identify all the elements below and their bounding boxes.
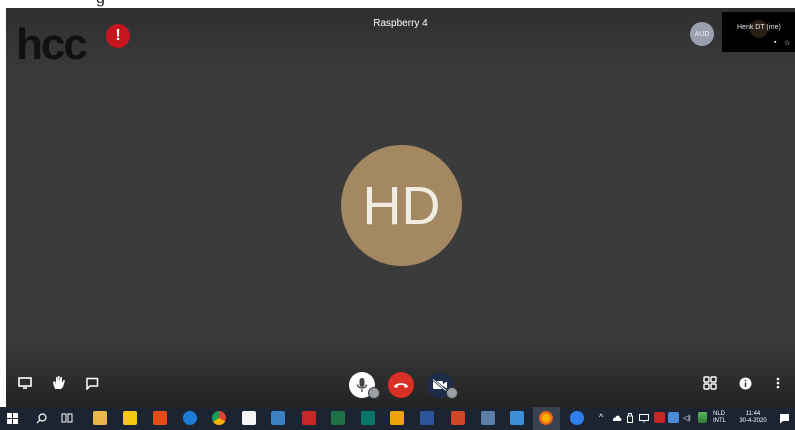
present-screen-icon[interactable] xyxy=(16,374,34,392)
network-icon[interactable] xyxy=(638,412,649,424)
usb-icon[interactable] xyxy=(625,412,635,424)
volume-icon[interactable]: ◁) xyxy=(683,415,691,422)
tray-app2-icon[interactable] xyxy=(668,412,679,423)
search-icon[interactable] xyxy=(34,411,48,425)
edge-icon[interactable] xyxy=(183,411,197,425)
self-view-name: Henk DT (me) xyxy=(737,24,781,31)
self-view-tile[interactable]: Henk DT (me) ▪ ☆ xyxy=(722,12,795,52)
windows-start-icon[interactable] xyxy=(5,411,19,425)
pdf-icon[interactable] xyxy=(302,411,316,425)
hang-up-icon xyxy=(394,383,408,388)
more-options-icon[interactable] xyxy=(769,374,787,392)
browser-icon[interactable] xyxy=(570,411,584,425)
meeting-title: Raspberry 4 xyxy=(373,18,428,29)
grid-layout-icon[interactable] xyxy=(701,374,719,392)
microphone-options-icon[interactable] xyxy=(368,387,380,399)
chat-icon[interactable] xyxy=(83,374,101,392)
tray-app-icon[interactable] xyxy=(654,412,665,423)
firefox-icon[interactable] xyxy=(539,411,553,425)
publisher-icon[interactable] xyxy=(361,411,375,425)
camera-options-icon[interactable] xyxy=(446,387,458,399)
camera-off-mini-icon: ▪ xyxy=(774,39,777,46)
file-explorer-icon[interactable] xyxy=(93,411,107,425)
battery-icon[interactable] xyxy=(698,412,707,423)
meeting-stage: hcc ! Raspberry 4 AUD Henk DT (me) ▪ ☆ H… xyxy=(6,8,795,407)
powerpoint-icon[interactable] xyxy=(451,411,465,425)
hcc-logo: hcc xyxy=(16,20,88,69)
sticky-icon[interactable] xyxy=(123,411,137,425)
language-top: NLD xyxy=(713,411,726,417)
outlook-icon[interactable] xyxy=(390,411,404,425)
pin-icon[interactable]: ☆ xyxy=(784,39,790,47)
excel-icon[interactable] xyxy=(331,411,345,425)
windows-taskbar: ^ ◁) NLD INTL 11:44 30-4-2020 xyxy=(0,407,795,430)
office-icon[interactable] xyxy=(153,411,167,425)
audio-participant-avatar[interactable]: AUD xyxy=(690,22,714,46)
cloud-icon[interactable] xyxy=(612,413,622,423)
partial-text: g xyxy=(96,0,105,8)
word-icon[interactable] xyxy=(420,411,434,425)
hang-up-button[interactable] xyxy=(388,372,414,398)
app-icon[interactable] xyxy=(271,411,285,425)
camera-off-icon xyxy=(432,379,447,391)
firefox-active-slot[interactable] xyxy=(533,407,560,430)
info-icon[interactable] xyxy=(736,374,754,392)
chrome-icon[interactable] xyxy=(212,411,226,425)
microphone-icon xyxy=(356,378,368,392)
language-bottom: INTL xyxy=(713,418,727,424)
clock-date: 30-4-2020 xyxy=(739,418,767,424)
clock[interactable]: 11:44 30-4-2020 xyxy=(735,411,771,425)
task-view-icon[interactable] xyxy=(60,411,74,425)
clock-time: 11:44 xyxy=(745,411,761,417)
language-indicator[interactable]: NLD INTL xyxy=(713,411,726,425)
top-strip: g xyxy=(0,0,795,8)
raise-hand-icon[interactable] xyxy=(50,373,68,391)
main-participant-avatar: HD xyxy=(341,145,462,266)
media-icon[interactable] xyxy=(481,411,495,425)
notes-icon[interactable] xyxy=(510,411,524,425)
notification-icon[interactable] xyxy=(778,412,790,424)
store-icon[interactable] xyxy=(242,411,256,425)
tray-chevron-icon[interactable]: ^ xyxy=(599,413,603,422)
